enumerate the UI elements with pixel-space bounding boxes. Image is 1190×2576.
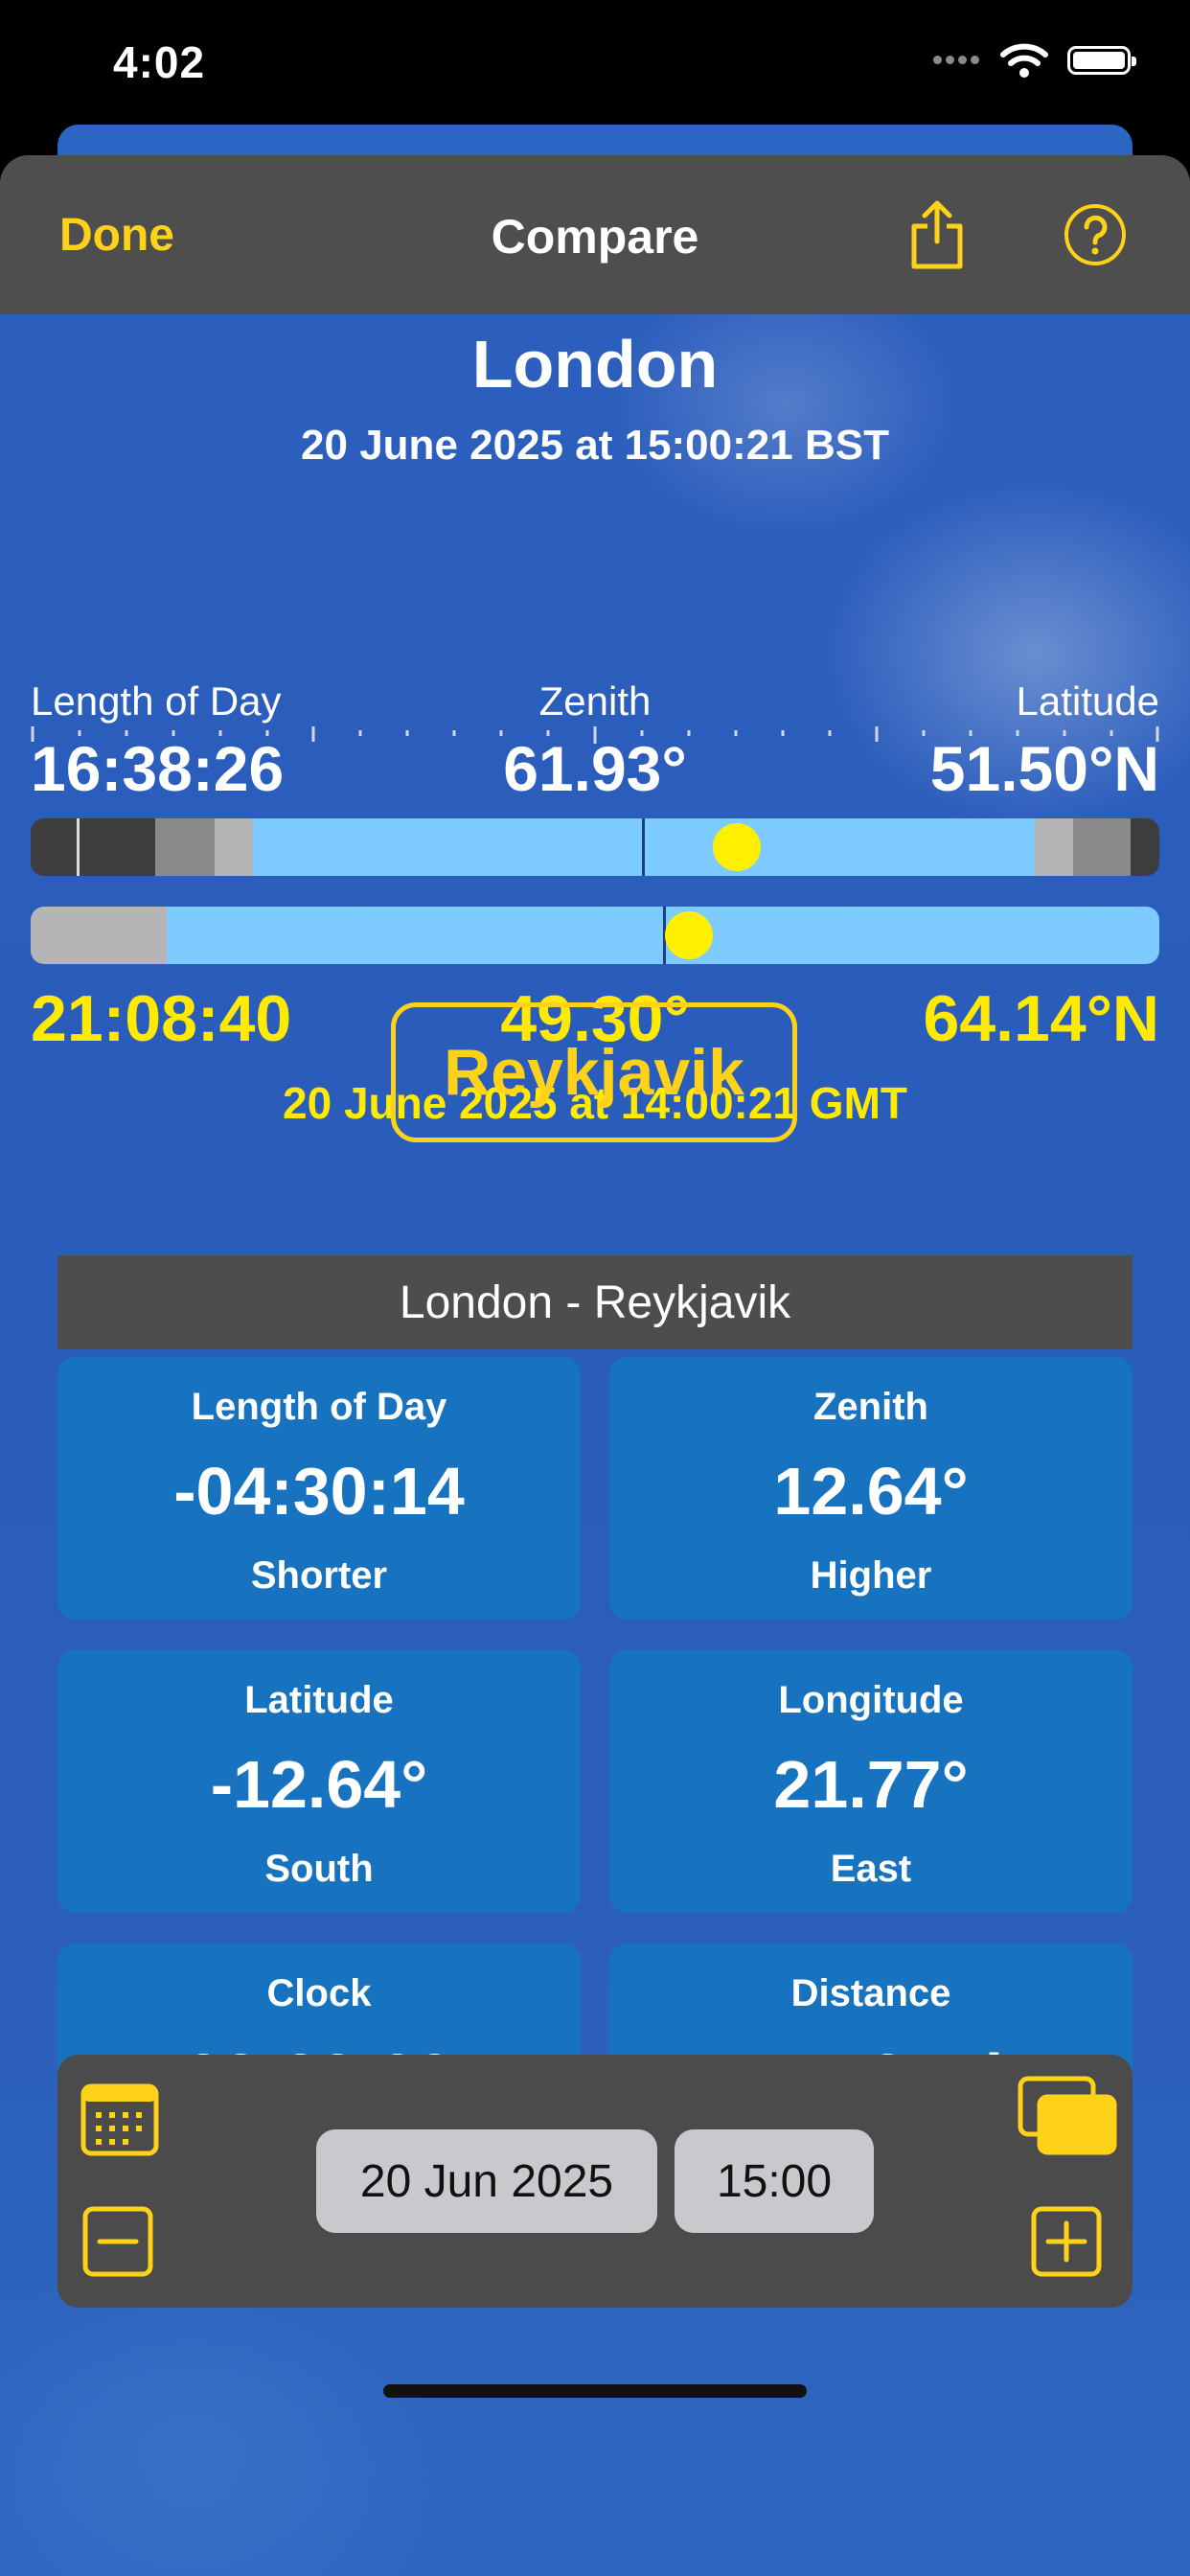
minus-icon[interactable]	[82, 2206, 153, 2277]
noon-line-london	[642, 818, 645, 876]
comparison-header: London - Reykjavik	[57, 1255, 1133, 1349]
zenith-label: Zenith	[538, 678, 652, 724]
city-name: London	[471, 327, 719, 402]
tile-value: -04:30:14	[173, 1454, 465, 1529]
navigation-bar: Done Compare	[0, 155, 1190, 314]
city-datetime: 20 June 2025 at 15:00:21 BST	[301, 422, 889, 469]
tile-title: Clock	[266, 1972, 372, 2014]
status-time: 4:02	[113, 37, 206, 87]
status-bar: 4:02	[0, 0, 1190, 134]
layers-icon[interactable]	[1018, 2076, 1117, 2156]
tile-subtitle: Higher	[810, 1554, 932, 1597]
home-indicator	[383, 2384, 807, 2398]
calendar-icon[interactable]	[80, 2083, 159, 2156]
time-picker[interactable]: 15:00	[675, 2129, 874, 2233]
latitude-label: Latitude	[1016, 678, 1159, 724]
tile-subtitle: East	[830, 1848, 912, 1890]
tile-title: Length of Day	[191, 1386, 447, 1428]
time-ruler	[31, 726, 1159, 744]
plus-icon[interactable]	[1031, 2206, 1102, 2277]
tile-value: 12.64°	[773, 1454, 969, 1529]
compare-city-button[interactable]: Reykjavik	[391, 1002, 797, 1142]
daylight-bar-london	[31, 818, 1159, 876]
page-title: Compare	[491, 210, 699, 264]
bottom-toolbar: 20 Jun 2025 15:00	[57, 2055, 1133, 2308]
signal-icon	[931, 52, 981, 69]
tile-title: Distance	[790, 1972, 951, 2014]
time-marker-london	[77, 818, 80, 876]
tile-length-of-day: Length of Day -04:30:14 Shorter	[57, 1357, 581, 1620]
date-picker[interactable]: 20 Jun 2025	[316, 2129, 657, 2233]
tile-title: Zenith	[813, 1386, 928, 1428]
tile-longitude: Longitude 21.77° East	[609, 1650, 1133, 1913]
daylight-bar-reykjavik	[31, 907, 1159, 964]
sun-marker-reykjavik	[665, 911, 713, 959]
tile-zenith: Zenith 12.64° Higher	[609, 1357, 1133, 1620]
tile-subtitle: Shorter	[250, 1554, 388, 1597]
sun-marker-london	[713, 823, 761, 871]
tile-value: 21.77°	[773, 1747, 969, 1822]
tile-title: Latitude	[244, 1679, 394, 1721]
wifi-icon	[1000, 43, 1048, 78]
help-icon[interactable]	[1064, 203, 1127, 266]
share-icon[interactable]	[908, 197, 966, 270]
battery-icon	[1067, 46, 1136, 75]
status-icons	[931, 42, 1136, 79]
tile-title: Longitude	[778, 1679, 964, 1721]
tile-subtitle: South	[264, 1848, 374, 1890]
compare-latitude-value: 64.14°N	[923, 982, 1159, 1055]
tile-latitude: Latitude -12.64° South	[57, 1650, 581, 1913]
tile-value: -12.64°	[210, 1747, 428, 1822]
